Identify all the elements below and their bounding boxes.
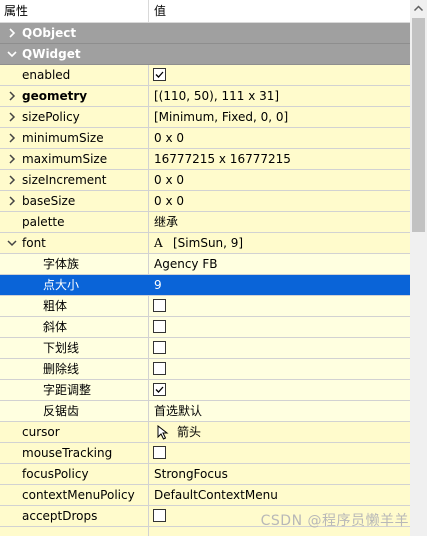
- property-value[interactable]: StrongFocus: [154, 464, 228, 484]
- header-property[interactable]: 属性: [0, 0, 149, 23]
- property-name: focusPolicy: [22, 467, 89, 481]
- property-name: font: [22, 236, 46, 250]
- property-name: 点大小: [43, 278, 80, 292]
- property-name: mouseTracking: [22, 446, 113, 460]
- property-name: cursor: [22, 425, 60, 439]
- checkmark-icon: [155, 386, 164, 393]
- chevron-right-icon[interactable]: [6, 90, 18, 102]
- group-label: QObject: [22, 26, 77, 40]
- property-value[interactable]: 16777215 x 16777215: [154, 149, 291, 169]
- watermark: CSDN @程序员懒羊羊: [260, 513, 409, 529]
- property-name: sizePolicy: [22, 110, 80, 124]
- kerning-checkbox[interactable]: [153, 383, 166, 396]
- property-name: 反锯齿: [43, 404, 80, 418]
- group-label: QWidget: [22, 47, 81, 61]
- property-row-mousetracking[interactable]: mouseTracking: [0, 443, 410, 464]
- property-value[interactable]: [(110, 50), 111 x 31]: [154, 86, 279, 106]
- property-name: 下划线: [43, 341, 80, 355]
- property-name: palette: [22, 215, 65, 229]
- property-row-font-family[interactable]: 字体族 Agency FB: [0, 254, 410, 275]
- property-row-font-bold[interactable]: 粗体: [0, 296, 410, 317]
- font-icon: A: [154, 236, 163, 250]
- property-value[interactable]: 0 x 0: [154, 128, 184, 148]
- property-name: 字体族: [43, 257, 80, 271]
- property-row-font-pointsize[interactable]: 点大小 9: [0, 275, 410, 296]
- property-value[interactable]: [SimSun, 9]: [173, 233, 243, 253]
- mousetracking-checkbox[interactable]: [153, 446, 166, 459]
- property-value[interactable]: [Minimum, Fixed, 0, 0]: [154, 107, 288, 127]
- table-header: 属性 值: [0, 0, 410, 23]
- property-name: contextMenuPolicy: [22, 488, 135, 502]
- group-qwidget[interactable]: QWidget: [0, 44, 410, 65]
- scroll-up-arrow-icon[interactable]: [410, 0, 427, 17]
- property-row-font-strikeout[interactable]: 删除线: [0, 359, 410, 380]
- property-name: acceptDrops: [22, 509, 98, 523]
- chevron-down-icon[interactable]: [6, 237, 18, 249]
- property-editor: 属性 值 QObject QWidget enabled geometry [(…: [0, 0, 410, 536]
- property-value[interactable]: 0 x 0: [154, 191, 184, 211]
- property-row-sizepolicy[interactable]: sizePolicy [Minimum, Fixed, 0, 0]: [0, 107, 410, 128]
- property-row-geometry[interactable]: geometry [(110, 50), 111 x 31]: [0, 86, 410, 107]
- property-name: 字距调整: [43, 383, 92, 397]
- arrow-cursor-icon: [157, 425, 169, 440]
- property-row-enabled[interactable]: enabled: [0, 65, 410, 86]
- property-name: geometry: [22, 89, 88, 103]
- property-value[interactable]: DefaultContextMenu: [154, 485, 278, 505]
- property-row-focuspolicy[interactable]: focusPolicy StrongFocus: [0, 464, 410, 485]
- property-value[interactable]: 9: [154, 275, 162, 295]
- property-row-basesize[interactable]: baseSize 0 x 0: [0, 191, 410, 212]
- chevron-right-icon[interactable]: [6, 27, 18, 39]
- property-name: baseSize: [22, 194, 76, 208]
- chevron-right-icon[interactable]: [6, 111, 18, 123]
- property-row-sizeincrement[interactable]: sizeIncrement 0 x 0: [0, 170, 410, 191]
- property-value[interactable]: 首选默认: [154, 401, 202, 421]
- scrollbar-thumb[interactable]: [412, 18, 425, 232]
- bold-checkbox[interactable]: [153, 299, 166, 312]
- property-value[interactable]: 0 x 0: [154, 170, 184, 190]
- vertical-scrollbar[interactable]: [410, 0, 427, 536]
- chevron-right-icon[interactable]: [6, 174, 18, 186]
- property-name: minimumSize: [22, 131, 104, 145]
- property-name: 删除线: [43, 362, 80, 376]
- checkmark-icon: [155, 71, 164, 78]
- property-name: 斜体: [43, 320, 68, 334]
- strikeout-checkbox[interactable]: [153, 362, 166, 375]
- chevron-right-icon[interactable]: [6, 153, 18, 165]
- chevron-down-icon[interactable]: [6, 48, 18, 60]
- property-row-font-kerning[interactable]: 字距调整: [0, 380, 410, 401]
- property-row-maximumsize[interactable]: maximumSize 16777215 x 16777215: [0, 149, 410, 170]
- enabled-checkbox[interactable]: [153, 68, 166, 81]
- group-qobject[interactable]: QObject: [0, 23, 410, 44]
- property-name: 粗体: [43, 299, 68, 313]
- property-value[interactable]: 箭头: [177, 422, 201, 442]
- acceptdrops-checkbox[interactable]: [153, 509, 166, 522]
- property-name: enabled: [22, 68, 71, 82]
- chevron-right-icon[interactable]: [6, 195, 18, 207]
- property-row-cursor[interactable]: cursor 箭头: [0, 422, 410, 443]
- property-name: sizeIncrement: [22, 173, 107, 187]
- header-value[interactable]: 值: [149, 0, 166, 23]
- underline-checkbox[interactable]: [153, 341, 166, 354]
- property-row-palette[interactable]: palette 继承: [0, 212, 410, 233]
- chevron-right-icon[interactable]: [6, 132, 18, 144]
- property-name: maximumSize: [22, 152, 108, 166]
- property-row-minimumsize[interactable]: minimumSize 0 x 0: [0, 128, 410, 149]
- property-row-contextmenupolicy[interactable]: contextMenuPolicy DefaultContextMenu: [0, 485, 410, 506]
- property-row-font-underline[interactable]: 下划线: [0, 338, 410, 359]
- property-row-font[interactable]: font A [SimSun, 9]: [0, 233, 410, 254]
- property-row-font-antialias[interactable]: 反锯齿 首选默认: [0, 401, 410, 422]
- property-value[interactable]: 继承: [154, 212, 178, 232]
- property-row-font-italic[interactable]: 斜体: [0, 317, 410, 338]
- italic-checkbox[interactable]: [153, 320, 166, 333]
- property-value[interactable]: Agency FB: [154, 254, 217, 274]
